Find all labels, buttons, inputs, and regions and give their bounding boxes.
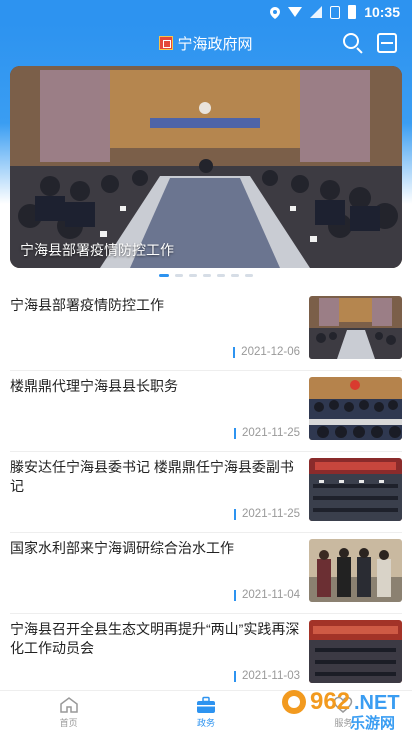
carousel-dot[interactable]: [159, 274, 169, 277]
banner-image: [10, 66, 402, 268]
news-date: 2021-12-06: [233, 346, 300, 358]
carousel-dot[interactable]: [231, 274, 239, 277]
news-thumbnail: [309, 539, 402, 602]
banner-carousel[interactable]: 宁海县部署疫情防控工作: [10, 66, 402, 268]
nav-home-label: 首页: [59, 718, 78, 728]
news-thumbnail: [309, 377, 402, 440]
carousel-dot[interactable]: [245, 274, 253, 277]
news-title: 宁海县召开全县生态文明再提升“两山”实践再深化工作动员会: [10, 621, 300, 656]
status-time: 10:35: [364, 4, 400, 20]
news-item[interactable]: 楼鼎鼎代理宁海县县长职务 2021-11-25: [10, 371, 402, 452]
wifi-icon: [288, 7, 303, 17]
news-item[interactable]: 滕安达任宁海县委书记 楼鼎鼎任宁海县委副书记 2021-11-25: [10, 452, 402, 533]
watermark-net: .NET: [354, 692, 400, 714]
watermark-number: 962: [310, 688, 350, 715]
news-item[interactable]: 国家水利部来宁海调研综合治水工作 2021-11-04: [10, 533, 402, 614]
news-list: 宁海县部署疫情防控工作 2021-12-06 楼鼎鼎代理宁海县县长职务 2021…: [0, 290, 412, 695]
logo-emblem-icon: [159, 36, 174, 50]
battery-icon: [348, 5, 357, 19]
carousel-dot[interactable]: [203, 274, 211, 277]
scan-icon[interactable]: [376, 32, 398, 54]
carousel-indicator: [0, 274, 412, 277]
top-actions: [330, 32, 398, 54]
watermark-logo: 962 .NET 乐游网: [282, 688, 400, 732]
news-thumbnail: [309, 620, 402, 683]
top-bar: 宁海政府网: [0, 24, 412, 62]
sim-icon: [330, 5, 341, 19]
app-logo: 宁海政府网: [159, 33, 253, 54]
news-date: 2021-11-25: [234, 508, 300, 520]
news-title: 楼鼎鼎代理宁海县县长职务: [10, 378, 178, 394]
home-icon: [59, 697, 78, 713]
news-item[interactable]: 宁海县部署疫情防控工作 2021-12-06: [10, 290, 402, 371]
news-title: 滕安达任宁海县委书记 楼鼎鼎任宁海县委副书记: [10, 459, 294, 494]
status-bar: 10:35: [0, 0, 412, 24]
news-date: 2021-11-03: [234, 670, 300, 682]
carousel-dot[interactable]: [189, 274, 197, 277]
news-thumbnail: [309, 296, 402, 359]
news-date: 2021-11-04: [234, 589, 300, 601]
news-date: 2021-11-25: [234, 427, 300, 439]
signal-icon: [310, 6, 323, 18]
banner-caption: 宁海县部署疫情防控工作: [20, 242, 174, 258]
nav-affairs-label: 政务: [196, 718, 215, 728]
news-title: 国家水利部来宁海调研综合治水工作: [10, 540, 234, 556]
search-icon[interactable]: [342, 32, 364, 54]
news-thumbnail: [309, 458, 402, 521]
watermark-site: 乐游网: [350, 714, 395, 732]
carousel-dot[interactable]: [175, 274, 183, 277]
news-title: 宁海县部署疫情防控工作: [10, 297, 164, 313]
app-title: 宁海政府网: [177, 34, 253, 53]
nav-home[interactable]: 首页: [0, 691, 137, 734]
briefcase-icon: [196, 696, 215, 713]
location-icon: [270, 6, 281, 19]
nav-affairs[interactable]: 政务: [137, 691, 274, 734]
carousel-dot[interactable]: [217, 274, 225, 277]
